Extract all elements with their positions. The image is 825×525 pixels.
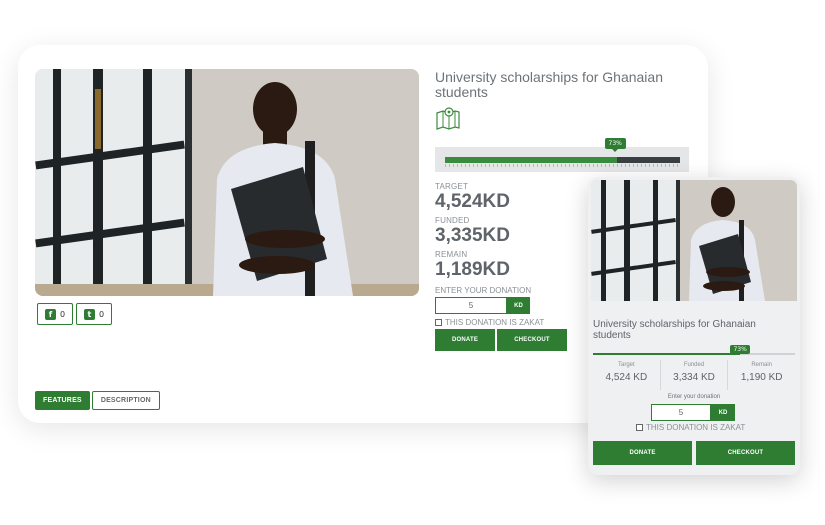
facebook-share-count: 0 — [59, 309, 66, 319]
progress-badge: 73% — [604, 138, 626, 152]
zakat-checkbox[interactable] — [435, 319, 442, 326]
twitter-icon: t — [83, 308, 95, 320]
mobile-stats: Target 4,524 KD Funded 3,334 KD Remain 1… — [593, 360, 795, 390]
mobile-stat-funded: Funded 3,334 KD — [661, 360, 729, 390]
campaign-title: University scholarships for Ghanaian stu… — [435, 69, 663, 100]
donate-button[interactable]: DONATE — [435, 329, 495, 351]
mobile-campaign-title: University scholarships for Ghanaian stu… — [593, 319, 756, 341]
progress-fill — [445, 157, 617, 163]
showcase-stage: f 0 t 0 FEATURES DESCRIPTION University … — [0, 0, 825, 525]
currency-unit: KD — [507, 297, 530, 314]
mobile-action-buttons: DONATE CHECKOUT — [593, 441, 795, 465]
content-tabs: FEATURES DESCRIPTION — [35, 391, 160, 410]
mobile-campaign-card: University scholarships for Ghanaian stu… — [588, 177, 800, 475]
checkout-button[interactable]: CHECKOUT — [497, 329, 567, 351]
mobile-progress-badge: 73% — [730, 345, 750, 354]
progress-bar: 73% — [435, 138, 689, 172]
mobile-progress-fill — [593, 353, 741, 355]
progress-ticks — [445, 164, 680, 167]
mobile-stat-target-value: 4,524 KD — [605, 372, 648, 383]
mobile-progress-bar: 73% — [593, 345, 795, 355]
mobile-stat-target: Target 4,524 KD — [593, 360, 661, 390]
mobile-stat-target-label: Target — [617, 362, 635, 368]
mobile-donation-amount-input[interactable]: 5 — [651, 404, 711, 421]
progress-track — [445, 157, 680, 163]
facebook-share-button[interactable]: f 0 — [37, 303, 73, 325]
mobile-stat-remain: Remain 1,190 KD — [728, 360, 795, 390]
share-buttons: f 0 t 0 — [37, 303, 112, 325]
tab-features[interactable]: FEATURES — [35, 391, 90, 410]
map-location-icon — [436, 107, 460, 130]
mobile-donation-label: Enter your donation — [667, 394, 721, 400]
mobile-donation-row: 5 KD — [651, 404, 735, 421]
mobile-checkout-button[interactable]: CHECKOUT — [696, 441, 795, 465]
mobile-stat-remain-label: Remain — [751, 362, 773, 368]
twitter-share-button[interactable]: t 0 — [76, 303, 112, 325]
tab-description[interactable]: DESCRIPTION — [91, 391, 160, 410]
mobile-campaign-photo — [591, 180, 797, 301]
mobile-stat-funded-value: 3,334 KD — [673, 372, 715, 383]
mobile-zakat-option: THIS DONATION IS ZAKAT — [636, 423, 745, 432]
mobile-donate-button[interactable]: DONATE — [593, 441, 692, 465]
zakat-label: THIS DONATION IS ZAKAT — [445, 318, 545, 327]
donation-amount-input[interactable]: 5 — [435, 297, 507, 314]
campaign-photo — [35, 69, 419, 296]
mobile-stat-remain-value: 1,190 KD — [740, 372, 783, 383]
mobile-currency-unit: KD — [711, 404, 735, 421]
mobile-zakat-label: THIS DONATION IS ZAKAT — [646, 423, 746, 432]
facebook-icon: f — [44, 308, 56, 320]
mobile-stat-funded-label: Funded — [683, 362, 705, 368]
mobile-zakat-checkbox[interactable] — [636, 424, 643, 431]
twitter-share-count: 0 — [98, 309, 105, 319]
